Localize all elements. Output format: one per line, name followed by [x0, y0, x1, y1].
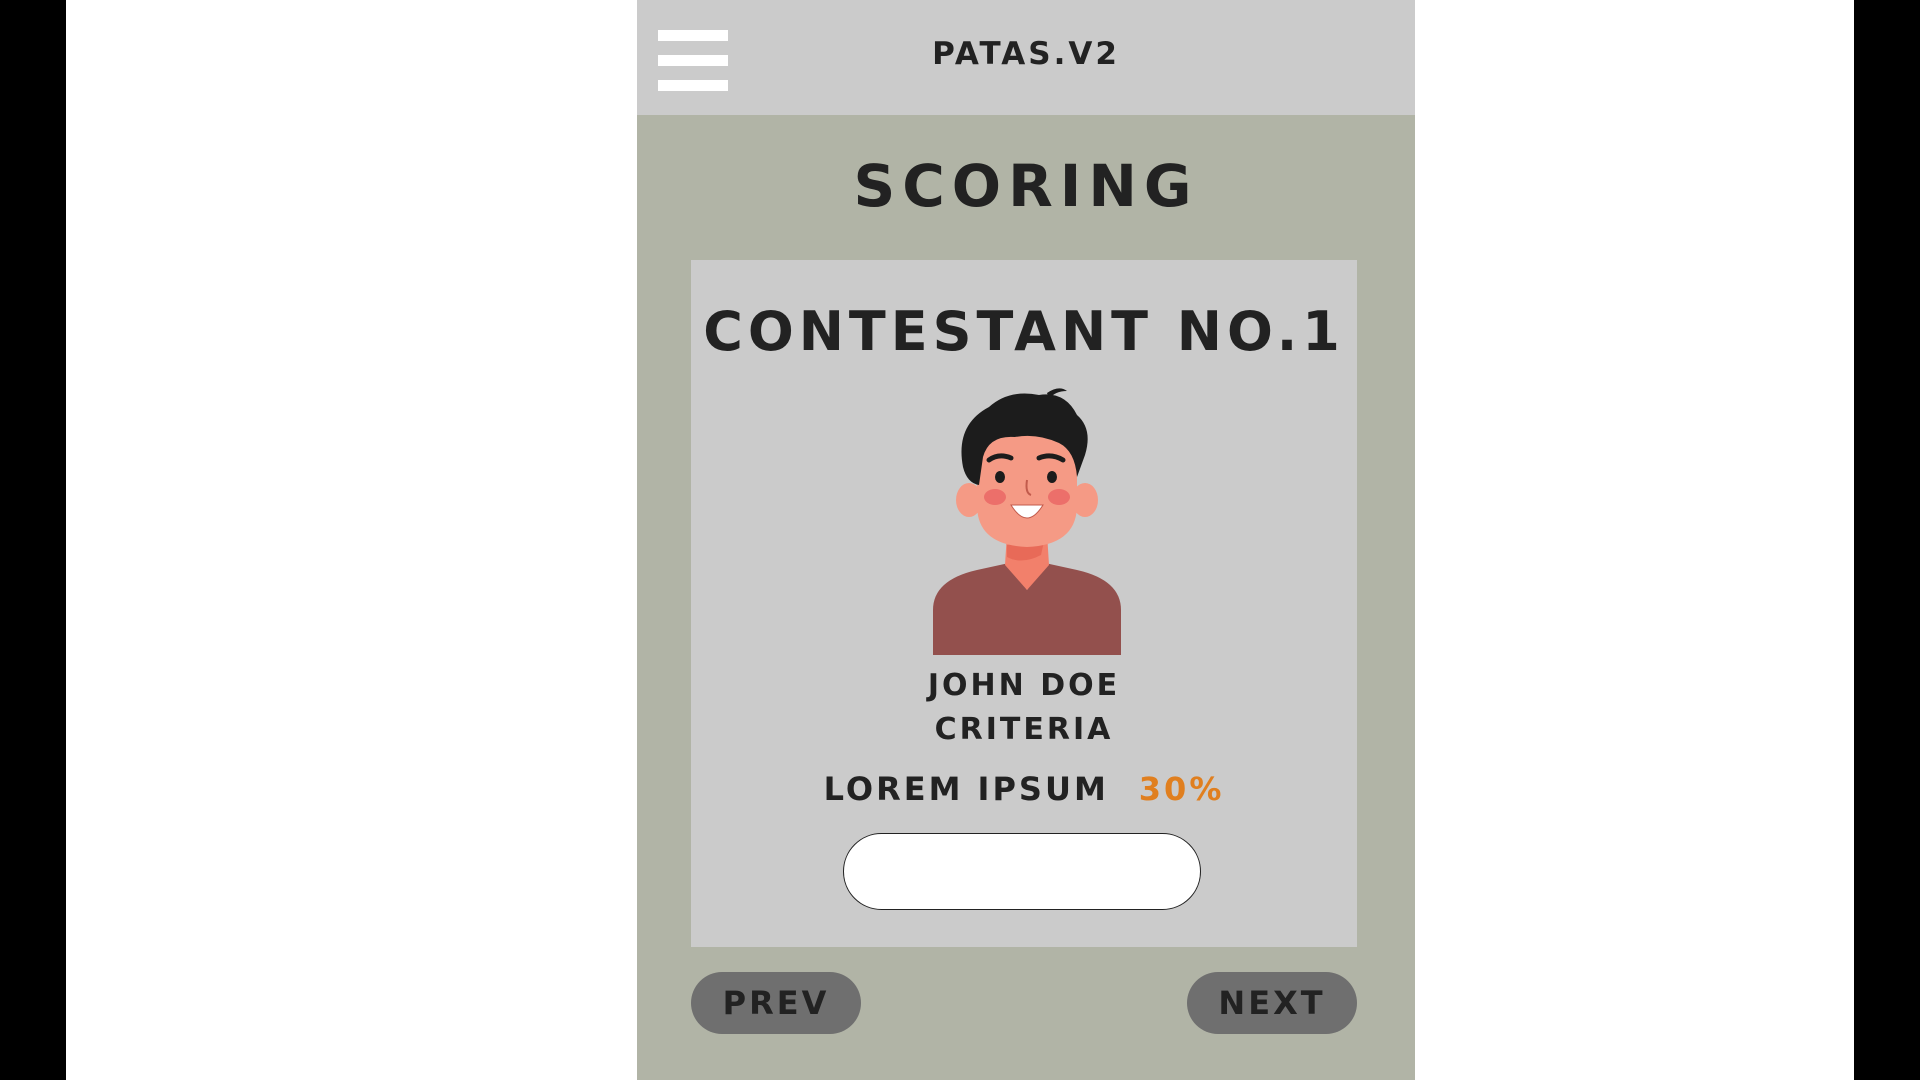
criteria-heading: CRITERIA [934, 712, 1114, 747]
criterion-name: LOREM IPSUM [823, 770, 1109, 808]
contestant-name: JOHN DOE [927, 668, 1121, 703]
app-screen: PATAS.V2 SCORING CONTESTANT NO.1 JOHN DO… [637, 0, 1415, 1080]
criterion-weight: 30% [1138, 770, 1225, 808]
letterbox-right [1854, 0, 1920, 1080]
canvas: PATAS.V2 SCORING CONTESTANT NO.1 JOHN DO… [66, 0, 1854, 1080]
contestant-card: CONTESTANT NO.1 JOHN DOE CRITERIA LOREM … [691, 260, 1357, 947]
avatar [927, 385, 1127, 655]
letterbox-left [0, 0, 66, 1080]
prev-button[interactable]: PREV [691, 972, 861, 1034]
app-title: PATAS.V2 [932, 36, 1120, 72]
next-button[interactable]: NEXT [1187, 972, 1357, 1034]
page-title: SCORING [853, 152, 1199, 220]
menu-line [658, 80, 728, 91]
avatar-illustration [933, 388, 1121, 655]
contestant-title: CONTESTANT NO.1 [703, 300, 1345, 363]
score-input[interactable] [843, 833, 1201, 910]
top-bar: PATAS.V2 [637, 0, 1415, 115]
criterion-row: LOREM IPSUM 30% [691, 770, 1357, 808]
